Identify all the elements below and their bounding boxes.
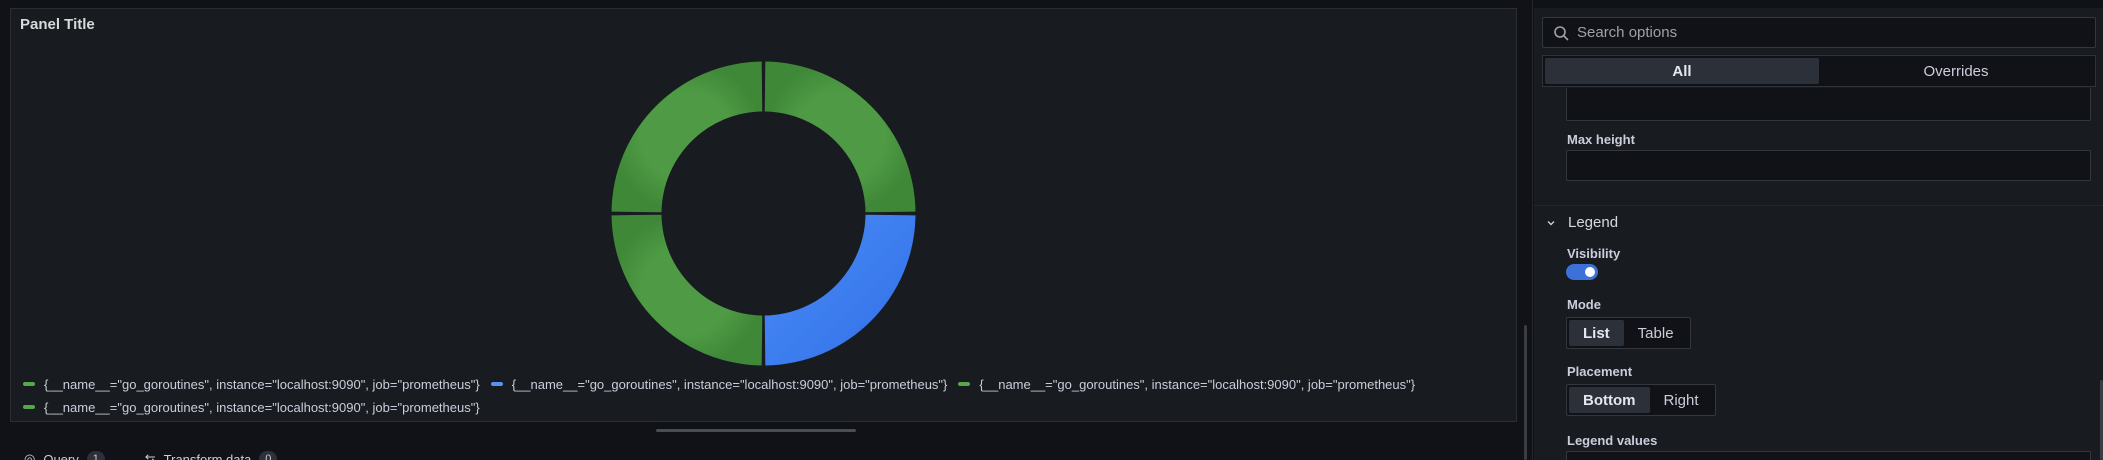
legend-label: {__name__="go_goroutines", instance="loc… xyxy=(979,376,1416,392)
legend-label: {__name__="go_goroutines", instance="loc… xyxy=(44,399,480,415)
visibility-toggle[interactable] xyxy=(1566,264,1598,280)
max-height-input[interactable] xyxy=(1566,150,2091,181)
chart-legend: {__name__="go_goroutines", instance="loc… xyxy=(23,373,1513,418)
options-pane: All Overrides Max height Legend Visibili… xyxy=(1534,8,2103,460)
toggle-knob xyxy=(1585,267,1595,277)
placement-option-right[interactable]: Right xyxy=(1650,387,1713,413)
legend-item[interactable]: {__name__="go_goroutines", instance="loc… xyxy=(23,400,480,415)
legend-row: {__name__="go_goroutines", instance="loc… xyxy=(23,373,1513,395)
placement-label: Placement xyxy=(1567,364,1633,379)
legend-values-select[interactable] xyxy=(1566,451,2091,460)
mode-label: Mode xyxy=(1567,297,1601,312)
legend-swatch xyxy=(23,382,35,386)
mode-radio-group: List Table xyxy=(1566,317,1691,349)
tab-transform[interactable]: ⇆ Transform data 0 xyxy=(145,451,278,460)
previous-field[interactable] xyxy=(1566,88,2091,121)
editor-tabs: ◎ Query 1 ⇆ Transform data 0 xyxy=(24,451,278,460)
panel: Panel Title {__name__="go_goroutines", i… xyxy=(10,8,1517,422)
donut-slice[interactable] xyxy=(764,214,916,366)
mode-option-list[interactable]: List xyxy=(1569,320,1624,346)
max-height-label: Max height xyxy=(1567,132,1635,147)
tab-query[interactable]: ◎ Query 1 xyxy=(24,451,105,460)
donut-chart xyxy=(611,61,916,366)
legend-label: {__name__="go_goroutines", instance="loc… xyxy=(44,376,480,392)
legend-swatch xyxy=(23,405,35,409)
placement-radio-group: Bottom Right xyxy=(1566,384,1716,416)
app-root: Panel Title {__name__="go_goroutines", i… xyxy=(0,0,2103,460)
legend-swatch xyxy=(958,382,971,386)
query-icon: ◎ xyxy=(24,451,36,460)
tab-all[interactable]: All xyxy=(1545,58,1819,84)
placement-option-bottom[interactable]: Bottom xyxy=(1569,387,1650,413)
donut-slice[interactable] xyxy=(611,61,763,213)
legend-row: {__name__="go_goroutines", instance="loc… xyxy=(23,396,1513,418)
legend-item[interactable]: {__name__="go_goroutines", instance="loc… xyxy=(23,377,480,392)
section-divider xyxy=(1534,205,2103,206)
tab-overrides[interactable]: Overrides xyxy=(1819,58,2093,84)
search-input[interactable] xyxy=(1577,24,2077,41)
legend-section-title: Legend xyxy=(1568,214,1619,231)
panel-resize-handle[interactable] xyxy=(656,429,856,432)
chevron-down-icon xyxy=(1547,220,1555,225)
options-tabs: All Overrides xyxy=(1542,55,2096,87)
legend-label: {__name__="go_goroutines", instance="loc… xyxy=(511,376,948,392)
transform-icon: ⇆ xyxy=(144,451,156,460)
search-icon xyxy=(1554,25,1569,40)
pane-divider[interactable] xyxy=(1532,0,1533,460)
query-count-badge: 1 xyxy=(86,451,105,460)
legend-swatch xyxy=(490,382,503,386)
transform-count-badge: 0 xyxy=(259,451,278,460)
tab-query-label: Query xyxy=(43,451,79,460)
donut-slice[interactable] xyxy=(611,214,763,366)
legend-section-header[interactable]: Legend xyxy=(1546,214,1618,231)
donut-slice[interactable] xyxy=(764,61,916,213)
legend-item[interactable]: {__name__="go_goroutines", instance="loc… xyxy=(490,376,948,392)
visibility-label: Visibility xyxy=(1567,246,1621,261)
scrollbar[interactable] xyxy=(1524,325,1527,460)
mode-option-table[interactable]: Table xyxy=(1624,320,1688,346)
legend-item[interactable]: {__name__="go_goroutines", instance="loc… xyxy=(958,377,1415,392)
panel-title[interactable]: Panel Title xyxy=(20,16,95,33)
tab-transform-label: Transform data xyxy=(163,451,252,460)
legend-values-label: Legend values xyxy=(1567,433,1658,448)
search-box xyxy=(1542,17,2096,48)
